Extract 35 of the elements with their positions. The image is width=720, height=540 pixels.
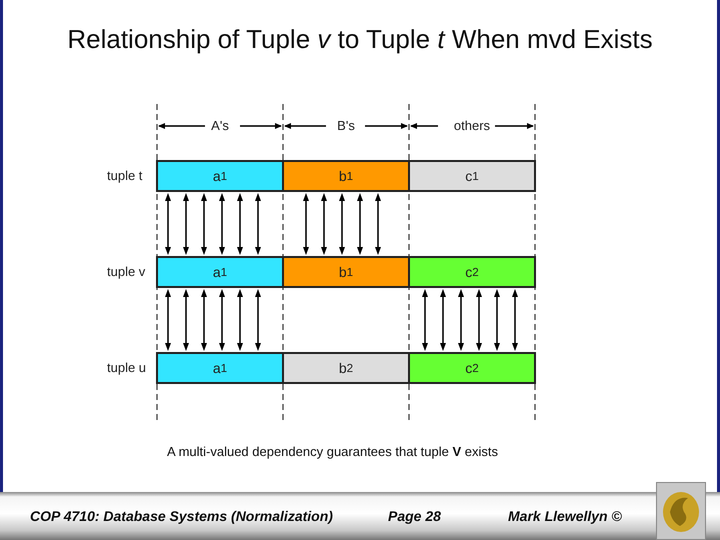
- double-arrow: [440, 289, 446, 351]
- caption-text: A multi-valued dependency guarantees that tuple V exists: [167, 444, 498, 459]
- row-label: tuple u: [107, 359, 146, 377]
- double-arrow: [458, 289, 464, 351]
- double-arrow: [201, 289, 207, 351]
- double-arrow: [255, 193, 261, 255]
- double-arrow: [165, 193, 171, 255]
- double-arrow: [375, 193, 381, 255]
- author-text: Mark Llewellyn ©: [508, 508, 622, 524]
- double-arrow: [512, 289, 518, 351]
- slide-title: Relationship of Tuple v to Tuple t When mvd Exists: [66, 23, 654, 55]
- double-arrow: [339, 193, 345, 255]
- double-arrow: [219, 289, 225, 351]
- double-arrow: [219, 193, 225, 255]
- column-header: B's: [337, 118, 355, 133]
- double-arrow: [255, 289, 261, 351]
- double-arrow: [237, 193, 243, 255]
- column-header: A's: [211, 118, 229, 133]
- page-number: Page 28: [388, 508, 441, 524]
- row-label: tuple t: [107, 167, 142, 185]
- column-header: others: [454, 118, 490, 133]
- course-text: COP 4710: Database Systems (Normalization): [30, 508, 333, 524]
- double-arrow: [303, 193, 309, 255]
- double-arrow: [201, 193, 207, 255]
- double-arrow: [321, 193, 327, 255]
- double-arrow: [237, 289, 243, 351]
- double-arrow: [357, 193, 363, 255]
- double-arrow: [422, 289, 428, 351]
- double-arrow: [476, 289, 482, 351]
- double-arrow: [494, 289, 500, 351]
- double-arrow: [183, 289, 189, 351]
- double-arrow: [183, 193, 189, 255]
- double-arrow: [165, 289, 171, 351]
- logo-icon: [656, 482, 706, 540]
- row-label: tuple v: [107, 263, 146, 281]
